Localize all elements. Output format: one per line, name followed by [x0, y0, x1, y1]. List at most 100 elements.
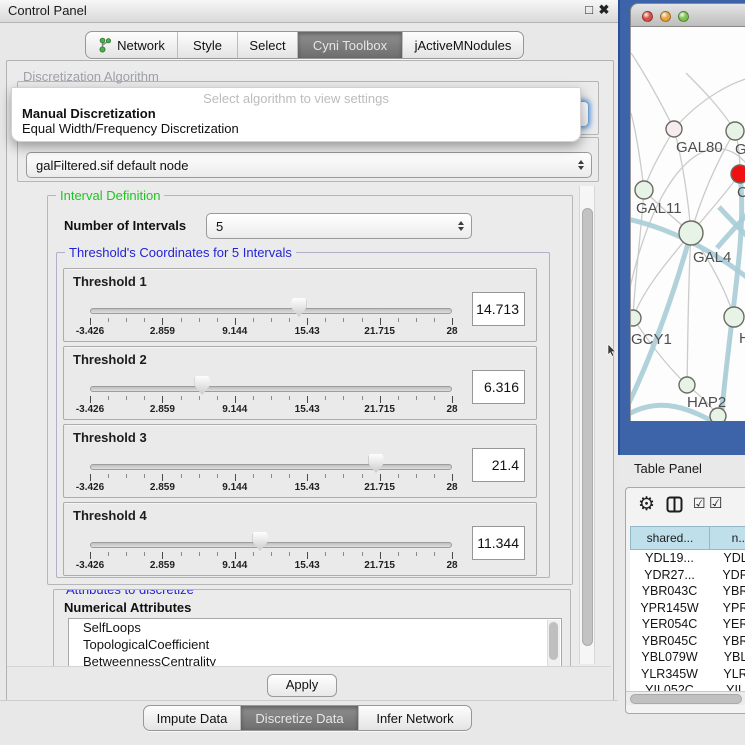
slider-tick — [108, 318, 109, 322]
threshold-slider-track[interactable] — [90, 308, 452, 314]
close-icon[interactable]: ✖ — [596, 2, 612, 18]
numerical-attributes-list[interactable]: SelfLoopsTopologicalCoefficientBetweenne… — [68, 618, 562, 671]
algorithm-dropdown-popup: Select algorithm to view settings Manual… — [11, 87, 581, 142]
network-canvas[interactable]: GAL80GCGAL11GAL4GCY1HHAP2 — [630, 27, 745, 421]
table-data-group: Table Data galFiltered.sif default node — [17, 137, 599, 182]
threshold-slider-track[interactable] — [90, 542, 452, 548]
threshold-slider-thumb[interactable] — [253, 532, 268, 551]
table-data-combobox[interactable]: galFiltered.sif default node — [26, 152, 592, 178]
list-vertical-scrollbar[interactable] — [547, 620, 560, 671]
network-node-label: GCY1 — [631, 331, 672, 348]
slider-tick-label: 9.144 — [210, 326, 260, 337]
network-node[interactable] — [635, 181, 653, 199]
slider-tick-label: 2.859 — [137, 560, 187, 571]
column-header-shared-name[interactable]: shared... — [630, 526, 710, 550]
tab-network[interactable]: Network — [86, 32, 178, 58]
scrollbar-thumb[interactable] — [582, 208, 593, 646]
checkbox-checked-icon[interactable]: ☑ — [709, 494, 722, 512]
network-node[interactable] — [731, 165, 745, 183]
slider-tick — [181, 474, 182, 478]
threshold-panel: Threshold 4-3.4262.8599.14415.4321.71528… — [63, 502, 537, 576]
close-traffic-light-icon[interactable] — [642, 11, 653, 22]
threshold-value-field[interactable]: 11.344 — [472, 526, 525, 560]
list-item[interactable]: SelfLoops — [69, 619, 561, 636]
threshold-value-field[interactable]: 21.4 — [472, 448, 525, 482]
slider-tick — [452, 552, 453, 559]
slider-tick-label: 15.43 — [282, 560, 332, 571]
slider-tick — [253, 318, 254, 322]
table-row[interactable]: YDL19...YDL1 — [630, 550, 745, 567]
network-edge — [631, 113, 644, 190]
cell-name: YPR1 — [709, 600, 745, 617]
slider-tick — [307, 318, 308, 325]
minimize-traffic-light-icon[interactable] — [660, 11, 671, 22]
application-window: Control Panel □ ✖ NetworkStyleSelectCyni… — [0, 0, 745, 745]
table-row[interactable]: YBR045CYBR0 — [630, 633, 745, 650]
tab-cyni-toolbox[interactable]: Cyni Toolbox — [298, 32, 403, 58]
zoom-traffic-light-icon[interactable] — [678, 11, 689, 22]
slider-tick — [199, 318, 200, 322]
column-header-name[interactable]: n... — [709, 526, 745, 550]
cell-name: YBL0 — [709, 649, 745, 666]
slider-tick — [380, 318, 381, 325]
table-row[interactable]: YDR27...YDR2 — [630, 567, 745, 584]
tab-jactivemnodules[interactable]: jActiveMNodules — [403, 32, 523, 58]
slider-tick — [144, 396, 145, 400]
checkbox-checked-icon[interactable]: ☑ — [693, 495, 706, 512]
threshold-slider-thumb[interactable] — [291, 298, 306, 317]
scrollbar-thumb[interactable] — [549, 622, 558, 660]
tab-infer-network[interactable]: Infer Network — [359, 706, 471, 730]
table-horizontal-scrollbar[interactable] — [626, 691, 745, 705]
tab-style[interactable]: Style — [178, 32, 238, 58]
table-row[interactable]: YPR145WYPR1 — [630, 600, 745, 617]
gear-icon[interactable]: ⚙ — [638, 493, 655, 516]
slider-tick — [253, 396, 254, 400]
table-data-selected-value: galFiltered.sif default node — [36, 158, 188, 173]
dropdown-option-manual[interactable]: Manual Discretization — [12, 106, 580, 121]
table-row[interactable]: YBL079WYBL0 — [630, 649, 745, 666]
network-node[interactable] — [679, 221, 703, 245]
network-node-label: G — [735, 141, 745, 158]
network-node[interactable] — [631, 310, 641, 326]
panel-vertical-scrollbar[interactable] — [579, 186, 595, 664]
network-node[interactable] — [679, 377, 695, 393]
control-panel-title: Control Panel — [8, 3, 87, 18]
threshold-value-field[interactable]: 6.316 — [472, 370, 525, 404]
number-of-intervals-combobox[interactable]: 5 — [206, 213, 472, 239]
tab-discretize-data[interactable]: Discretize Data — [241, 706, 359, 730]
network-node[interactable] — [726, 122, 744, 140]
threshold-slider-track[interactable] — [90, 464, 452, 470]
network-edge — [686, 73, 735, 131]
apply-button[interactable]: Apply — [267, 674, 337, 697]
dropdown-option-equal-width[interactable]: Equal Width/Frequency Discretization — [12, 121, 580, 136]
slider-tick — [434, 474, 435, 478]
tab-select[interactable]: Select — [238, 32, 298, 58]
threshold-value-field[interactable]: 14.713 — [472, 292, 525, 326]
slider-tick — [325, 396, 326, 400]
split-columns-icon[interactable] — [666, 496, 683, 518]
tab-impute-data[interactable]: Impute Data — [144, 706, 241, 730]
numerical-attributes-label: Numerical Attributes — [64, 600, 191, 615]
slider-tick — [434, 552, 435, 556]
slider-tick-label: 28 — [427, 482, 477, 493]
threshold-slider-thumb[interactable] — [195, 376, 210, 395]
table-row[interactable]: YLR345WYLR3 — [630, 666, 745, 683]
threshold-label: Threshold 2 — [73, 352, 147, 367]
slider-tick-label: 15.43 — [282, 482, 332, 493]
top-tab-bar: NetworkStyleSelectCyni ToolboxjActiveMNo… — [85, 31, 524, 59]
slider-tick-label: -3.426 — [65, 404, 115, 415]
threshold-slider-thumb[interactable] — [369, 454, 384, 473]
network-node[interactable] — [724, 307, 744, 327]
table-row[interactable]: YBR043CYBR0 — [630, 583, 745, 600]
scrollbar-thumb[interactable] — [630, 694, 742, 704]
cell-name: YDL1 — [709, 550, 745, 567]
slider-tick — [307, 552, 308, 559]
list-item[interactable]: TopologicalCoefficient — [69, 636, 561, 653]
threshold-slider-track[interactable] — [90, 386, 452, 392]
float-window-icon[interactable]: □ — [581, 2, 597, 17]
slider-tick — [144, 474, 145, 478]
cell-shared-name: YPR145W — [630, 600, 709, 617]
table-row[interactable]: YER054CYER0 — [630, 616, 745, 633]
network-node[interactable] — [666, 121, 682, 137]
cell-shared-name: YLR345W — [630, 666, 709, 683]
